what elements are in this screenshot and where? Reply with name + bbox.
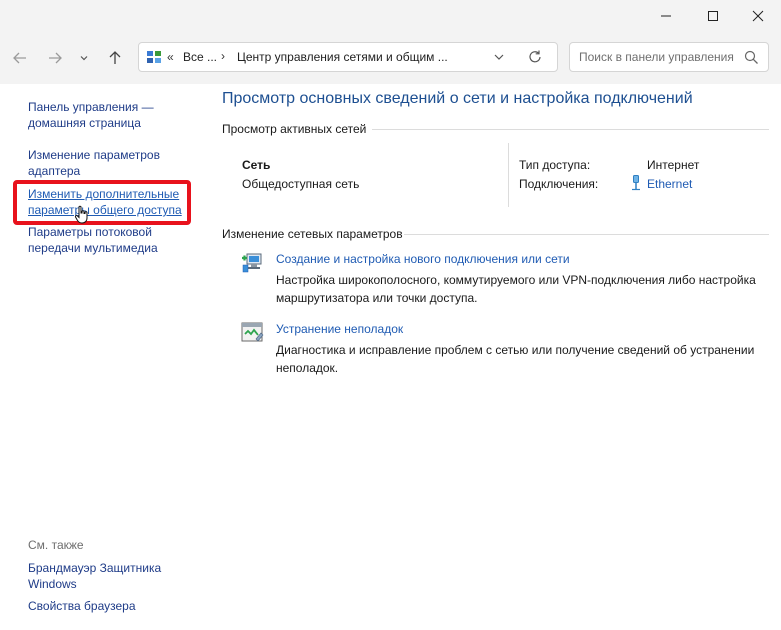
active-networks-heading: Просмотр активных сетей [222,122,367,136]
recent-locations-button[interactable] [74,46,94,70]
section-divider [372,129,769,130]
troubleshoot-icon [241,322,264,342]
arrow-right-icon [49,52,62,64]
sidebar-item-adapter-settings[interactable]: Изменение параметров адаптера [28,147,198,179]
ethernet-icon [632,175,640,191]
troubleshoot-description: Диагностика и исправление проблем с сеть… [276,343,755,375]
new-connection-icon [242,253,262,273]
access-type-value: Интернет [647,158,700,172]
minimize-button[interactable] [643,0,689,32]
address-bar[interactable]: « Все ... › Центр управления сетями и об… [138,42,558,72]
navigation-toolbar: « Все ... › Центр управления сетями и об… [0,32,781,84]
title-bar [0,0,781,32]
change-settings-heading: Изменение сетевых параметров [222,227,403,241]
search-icon [744,50,758,64]
connections-label: Подключения: [519,177,599,191]
network-name: Сеть [242,158,271,172]
maximize-icon [708,11,718,21]
section-divider [404,234,769,235]
refresh-icon [529,50,541,63]
ethernet-connection-link[interactable]: Ethernet [647,177,692,191]
network-divider [508,143,509,207]
new-connection-description: Настройка широкополосного, коммутируемог… [276,273,756,305]
close-button[interactable] [735,0,781,32]
new-connection-link[interactable]: Создание и настройка нового подключения … [276,252,570,266]
back-button[interactable] [7,46,33,70]
arrow-left-icon [13,52,26,64]
see-also-heading: См. также [28,538,84,552]
sidebar-item-media-streaming[interactable]: Параметры потоковой передачи мультимедиа [28,224,198,256]
address-dropdown-button[interactable] [493,49,505,68]
refresh-button[interactable] [527,49,543,68]
network-category: Общедоступная сеть [242,177,360,191]
breadcrumb-overflow[interactable]: « [167,50,174,64]
search-input[interactable]: Поиск в панели управления [579,50,734,64]
close-icon [752,10,764,22]
chevron-down-icon [80,56,88,61]
up-button[interactable] [102,46,128,70]
search-box[interactable]: Поиск в панели управления [569,42,769,72]
sidebar-item-home[interactable]: Панель управления — домашняя страница [28,99,198,131]
highlight-box [13,180,191,225]
minimize-icon [661,15,671,17]
forward-button[interactable] [42,46,68,70]
hand-cursor-icon [74,205,88,224]
control-panel-icon [147,51,161,63]
chevron-down-icon [494,54,504,60]
breadcrumb-separator[interactable]: › [221,49,225,63]
arrow-up-icon [109,51,121,64]
access-type-label: Тип доступа: [519,158,591,172]
see-also-firewall[interactable]: Брандмауэр Защитника Windows [28,560,178,592]
breadcrumb-root[interactable]: Все ... [183,50,217,64]
maximize-button[interactable] [690,0,736,32]
page-title: Просмотр основных сведений о сети и наст… [222,90,693,107]
see-also-browser-properties[interactable]: Свойства браузера [28,598,198,614]
troubleshoot-link[interactable]: Устранение неполадок [276,322,403,336]
breadcrumb-current[interactable]: Центр управления сетями и общим ... [237,50,448,64]
